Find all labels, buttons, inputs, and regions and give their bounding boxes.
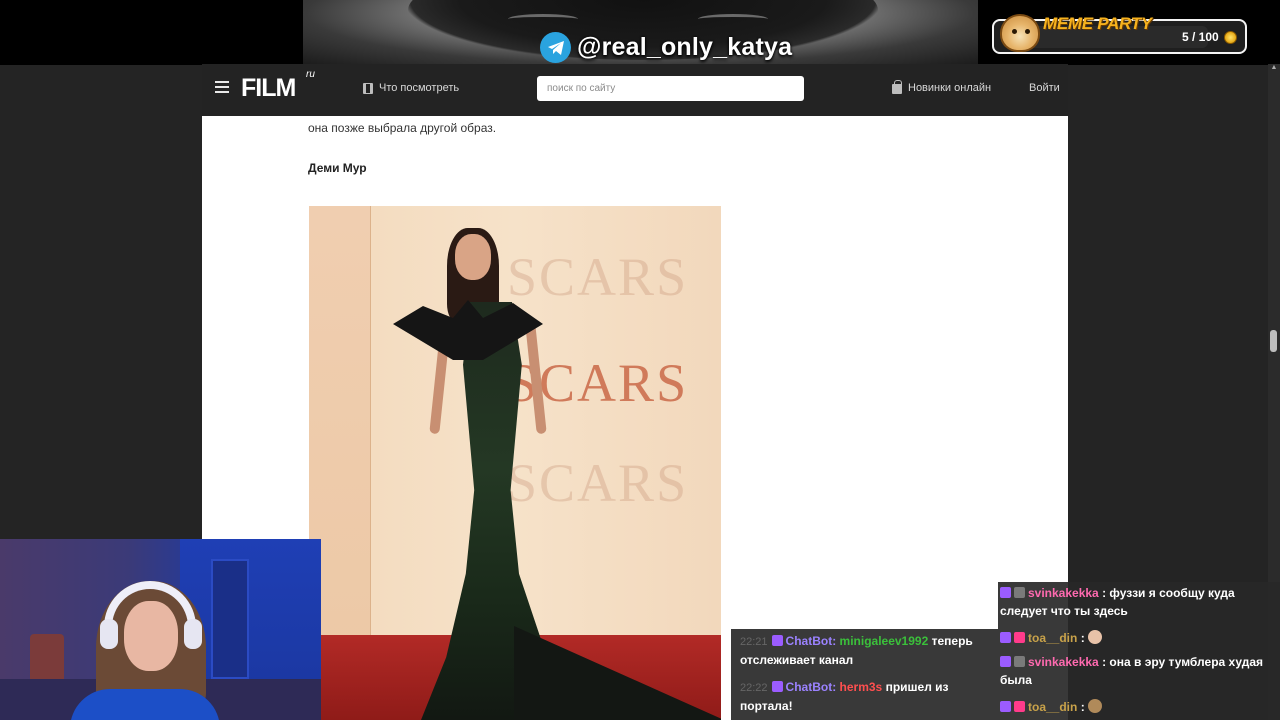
telegram-promo: @real_only_katya	[540, 32, 792, 63]
scroll-up-arrow[interactable]: ▲	[1270, 64, 1278, 72]
chat-message: toa__din :	[1000, 629, 1278, 647]
site-logo[interactable]: FILM	[241, 74, 296, 103]
site-header: FILM ru Что посмотреть Новинки онлайн Во…	[202, 64, 1068, 116]
article-subheading: Деми Мур	[308, 161, 367, 175]
coin-icon	[1224, 31, 1237, 44]
article-photo[interactable]: SCARS SCARS SCARS	[309, 206, 721, 720]
photo-watermark: SCARS	[507, 453, 689, 513]
chat-panel-events: 22:21 ChatBot: minigaleev1992 теперь отсл…	[731, 629, 998, 720]
menu-icon[interactable]	[215, 81, 229, 93]
webcam-shelf	[30, 634, 64, 684]
chat-target-user: minigaleev1992	[839, 634, 929, 648]
doge-icon	[1000, 14, 1040, 52]
mask-eye-right	[698, 14, 768, 24]
chat-message: 22:21 ChatBot: minigaleev1992 теперь отсл…	[740, 632, 995, 669]
stream-banner: @real_only_katya	[303, 0, 978, 65]
headphone-earcup-left	[100, 619, 118, 649]
lock-icon	[892, 80, 902, 94]
article-paragraph: она позже выбрала другой образ.	[308, 121, 497, 135]
figure-head	[455, 234, 491, 280]
nav-what-to-watch-label: Что посмотреть	[379, 82, 460, 94]
chat-message: svinkakekka : она в эру тумблера худая б…	[1000, 655, 1264, 687]
subscriber-badge-icon	[1000, 656, 1011, 667]
headphone-earcup-right	[184, 619, 202, 649]
emote-icon	[1088, 699, 1103, 713]
meme-party-count: 5 / 100	[1182, 30, 1219, 44]
subscriber-badge-icon	[1000, 701, 1011, 712]
nav-what-to-watch[interactable]: Что посмотреть	[363, 82, 459, 94]
chat-username: ChatBot:	[785, 680, 837, 694]
webcam-door	[211, 559, 249, 679]
chat-username: toa__din	[1028, 700, 1078, 714]
chat-timestamp: 22:21	[740, 636, 768, 648]
heart-badge-icon	[1014, 632, 1025, 643]
mask-eye-left	[508, 14, 578, 24]
overlay-left-bg	[0, 0, 303, 65]
login-link[interactable]: Войти	[1029, 82, 1060, 94]
mod-badge-icon	[1014, 587, 1025, 598]
nav-new-online-label: Новинки онлайн	[908, 82, 992, 94]
site-logo-suffix: ru	[306, 69, 315, 80]
streamer-shirt	[70, 689, 220, 720]
bot-badge-icon	[771, 635, 783, 646]
mod-badge-icon	[1014, 656, 1025, 667]
telegram-handle: @real_only_katya	[577, 33, 793, 61]
webcam-overlay	[0, 539, 321, 720]
chat-username: svinkakekka	[1028, 655, 1099, 669]
chat-message: 22:22 ChatBot: herm3s пришел из портала!	[740, 678, 995, 715]
chat-message: svinkakekka : фуззи я сообщу куда следуе…	[1000, 586, 1235, 618]
scrollbar-thumb[interactable]	[1270, 330, 1277, 352]
telegram-icon	[540, 32, 571, 63]
film-icon	[363, 82, 373, 94]
nav-new-online[interactable]: Новинки онлайн	[892, 80, 992, 94]
subscriber-badge-icon	[1000, 632, 1011, 643]
chat-message: toa__din :	[1000, 698, 1278, 716]
search-input[interactable]	[537, 76, 804, 101]
chat-target-user: herm3s	[839, 680, 883, 694]
heart-badge-icon	[1014, 701, 1025, 712]
chat-username: toa__din	[1028, 631, 1078, 645]
chat-panel: svinkakekka : фуззи я сообщу куда следуе…	[998, 582, 1280, 720]
chat-username: svinkakekka	[1028, 586, 1099, 600]
chat-timestamp: 22:22	[740, 682, 768, 694]
subscriber-badge-icon	[1000, 587, 1011, 598]
bot-badge-icon	[771, 681, 783, 692]
figure-feathers	[393, 300, 543, 360]
chat-username: ChatBot:	[785, 634, 837, 648]
emote-icon	[1088, 630, 1103, 644]
meme-party-title: MEME PARTY	[1043, 14, 1152, 33]
photo-watermark: SCARS	[507, 247, 689, 307]
